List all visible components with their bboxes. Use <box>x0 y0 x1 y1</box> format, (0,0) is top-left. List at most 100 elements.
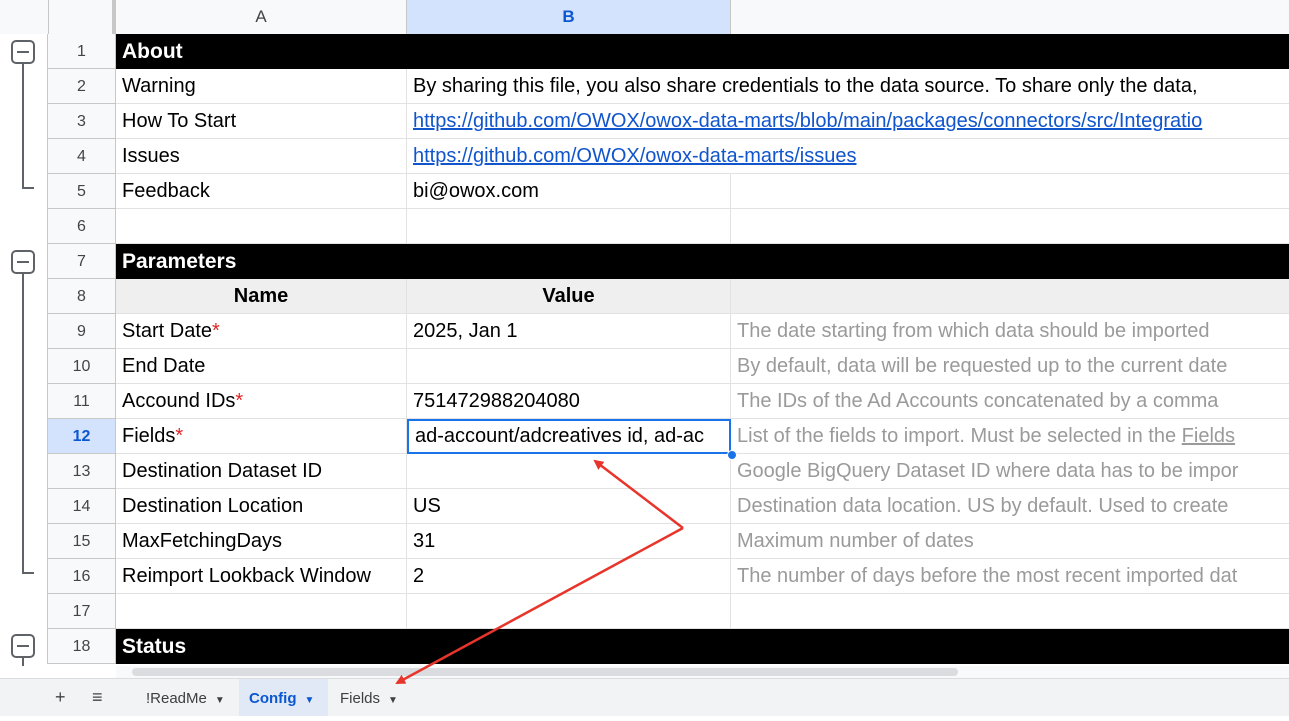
group-gutter <box>0 279 48 314</box>
param-description-cell[interactable]: By default, data will be requested up to… <box>731 349 1289 384</box>
scrollbar-thumb[interactable] <box>132 668 958 676</box>
param-description-cell[interactable]: Google BigQuery Dataset ID where data ha… <box>731 454 1289 489</box>
table-row: 11 Accound IDs* 751472988204080 The IDs … <box>0 384 1289 419</box>
tab-label: !ReadMe <box>146 690 207 707</box>
sheet-tab-bar: + ≡ !ReadMe ▼ Config ▼ Fields ▼ <box>0 678 1289 716</box>
column-header-bar: A B <box>0 0 1289 35</box>
row-header[interactable]: 10 <box>48 349 116 384</box>
table-header-value[interactable]: Value <box>407 279 731 314</box>
table-row: 7 Parameters <box>0 244 1289 279</box>
param-value-cell[interactable]: 31 <box>407 524 731 559</box>
collapse-group-status-icon[interactable] <box>11 634 35 658</box>
cell-empty[interactable] <box>731 594 1289 629</box>
table-row: 16 Reimport Lookback Window 2 The number… <box>0 559 1289 594</box>
row-header[interactable]: 7 <box>48 244 116 279</box>
row-header[interactable]: 15 <box>48 524 116 559</box>
section-header-status[interactable]: Status <box>116 629 1289 664</box>
row-header[interactable]: 18 <box>48 629 116 664</box>
param-name-cell[interactable]: MaxFetchingDays <box>116 524 407 559</box>
group-bracket-line <box>22 274 24 573</box>
param-description-cell[interactable]: The date starting from which data should… <box>731 314 1289 349</box>
column-header-a[interactable]: A <box>116 0 407 34</box>
param-name-cell[interactable]: End Date <box>116 349 407 384</box>
row-header[interactable]: 5 <box>48 174 116 209</box>
param-name-cell[interactable]: Destination Dataset ID <box>116 454 407 489</box>
cell-empty[interactable] <box>116 209 407 244</box>
group-gutter <box>0 384 48 419</box>
how-to-start-link[interactable]: https://github.com/OWOX/owox-data-marts/… <box>407 104 1289 139</box>
param-name-cell[interactable]: Accound IDs* <box>116 384 407 419</box>
param-description-cell[interactable]: Destination data location. US by default… <box>731 489 1289 524</box>
selected-fields-value-cell[interactable]: ad-account/adcreatives id, ad-ac <box>407 419 731 454</box>
collapse-group-parameters-icon[interactable] <box>11 250 35 274</box>
param-description-cell[interactable]: List of the fields to import. Must be se… <box>731 419 1289 454</box>
param-name-cell[interactable]: Start Date* <box>116 314 407 349</box>
cell-feedback-label[interactable]: Feedback <box>116 174 407 209</box>
param-description-cell[interactable]: The number of days before the most recen… <box>731 559 1289 594</box>
param-value-cell[interactable]: 2 <box>407 559 731 594</box>
tab-dropdown-icon[interactable]: ▼ <box>304 695 314 706</box>
selection-fill-handle[interactable] <box>727 450 737 460</box>
select-all-corner[interactable] <box>0 0 49 34</box>
table-row: 1 About <box>0 34 1289 69</box>
tab-readme[interactable]: !ReadMe ▼ <box>136 679 235 716</box>
required-marker: * <box>235 390 244 412</box>
row-header[interactable]: 8 <box>48 279 116 314</box>
table-row: 6 <box>0 209 1289 244</box>
table-row: 4 Issues https://github.com/OWOX/owox-da… <box>0 139 1289 174</box>
cell-feedback-value[interactable]: bi@owox.com <box>407 174 731 209</box>
cell-how-to-start-label[interactable]: How To Start <box>116 104 407 139</box>
row-header[interactable]: 6 <box>48 209 116 244</box>
tab-fields[interactable]: Fields ▼ <box>330 679 408 716</box>
cell-issues-label[interactable]: Issues <box>116 139 407 174</box>
add-sheet-button[interactable]: + <box>55 687 66 708</box>
group-gutter <box>0 419 48 454</box>
cell-empty[interactable] <box>407 209 731 244</box>
row-header[interactable]: 9 <box>48 314 116 349</box>
collapse-group-about-icon[interactable] <box>11 40 35 64</box>
column-header-b[interactable]: B <box>407 0 731 34</box>
table-row: 15 MaxFetchingDays 31 Maximum number of … <box>0 524 1289 559</box>
row-header[interactable]: 2 <box>48 69 116 104</box>
row-header[interactable]: 1 <box>48 34 116 69</box>
row-header[interactable]: 16 <box>48 559 116 594</box>
group-bracket-line <box>22 64 24 188</box>
row-header[interactable]: 11 <box>48 384 116 419</box>
fields-sheet-link[interactable]: Fields <box>1182 425 1235 447</box>
row-header[interactable]: 14 <box>48 489 116 524</box>
param-name-cell[interactable]: Fields* <box>116 419 407 454</box>
param-name-cell[interactable]: Destination Location <box>116 489 407 524</box>
issues-link[interactable]: https://github.com/OWOX/owox-data-marts/… <box>407 139 1289 174</box>
section-header-parameters[interactable]: Parameters <box>116 244 1289 279</box>
cell-warning-value[interactable]: By sharing this file, you also share cre… <box>407 69 1289 104</box>
param-value-cell[interactable]: 751472988204080 <box>407 384 731 419</box>
param-value-cell[interactable]: US <box>407 489 731 524</box>
param-value-cell[interactable] <box>407 349 731 384</box>
param-description-cell[interactable]: Maximum number of dates <box>731 524 1289 559</box>
row-header[interactable]: 17 <box>48 594 116 629</box>
row-header[interactable]: 13 <box>48 454 116 489</box>
param-name: Accound IDs <box>122 390 236 412</box>
param-description-cell[interactable]: The IDs of the Ad Accounts concatenated … <box>731 384 1289 419</box>
cell-empty[interactable] <box>731 209 1289 244</box>
table-header-empty[interactable] <box>731 279 1289 314</box>
tab-dropdown-icon[interactable]: ▼ <box>388 695 398 706</box>
cell-empty[interactable] <box>731 174 1289 209</box>
tab-config[interactable]: Config ▼ <box>239 679 328 716</box>
row-header[interactable]: 3 <box>48 104 116 139</box>
param-value-cell[interactable]: 2025, Jan 1 <box>407 314 731 349</box>
group-gutter <box>0 209 48 244</box>
section-header-about[interactable]: About <box>116 34 1289 69</box>
all-sheets-menu-icon[interactable]: ≡ <box>92 687 103 708</box>
param-value-cell[interactable] <box>407 454 731 489</box>
cell-warning-label[interactable]: Warning <box>116 69 407 104</box>
cell-empty[interactable] <box>407 594 731 629</box>
row-header-selected[interactable]: 12 <box>48 419 116 454</box>
cell-empty[interactable] <box>116 594 407 629</box>
table-row: 2 Warning By sharing this file, you also… <box>0 69 1289 104</box>
horizontal-scrollbar[interactable] <box>116 666 1289 678</box>
tab-dropdown-icon[interactable]: ▼ <box>215 695 225 706</box>
row-header[interactable]: 4 <box>48 139 116 174</box>
table-header-name[interactable]: Name <box>116 279 407 314</box>
param-name-cell[interactable]: Reimport Lookback Window <box>116 559 407 594</box>
